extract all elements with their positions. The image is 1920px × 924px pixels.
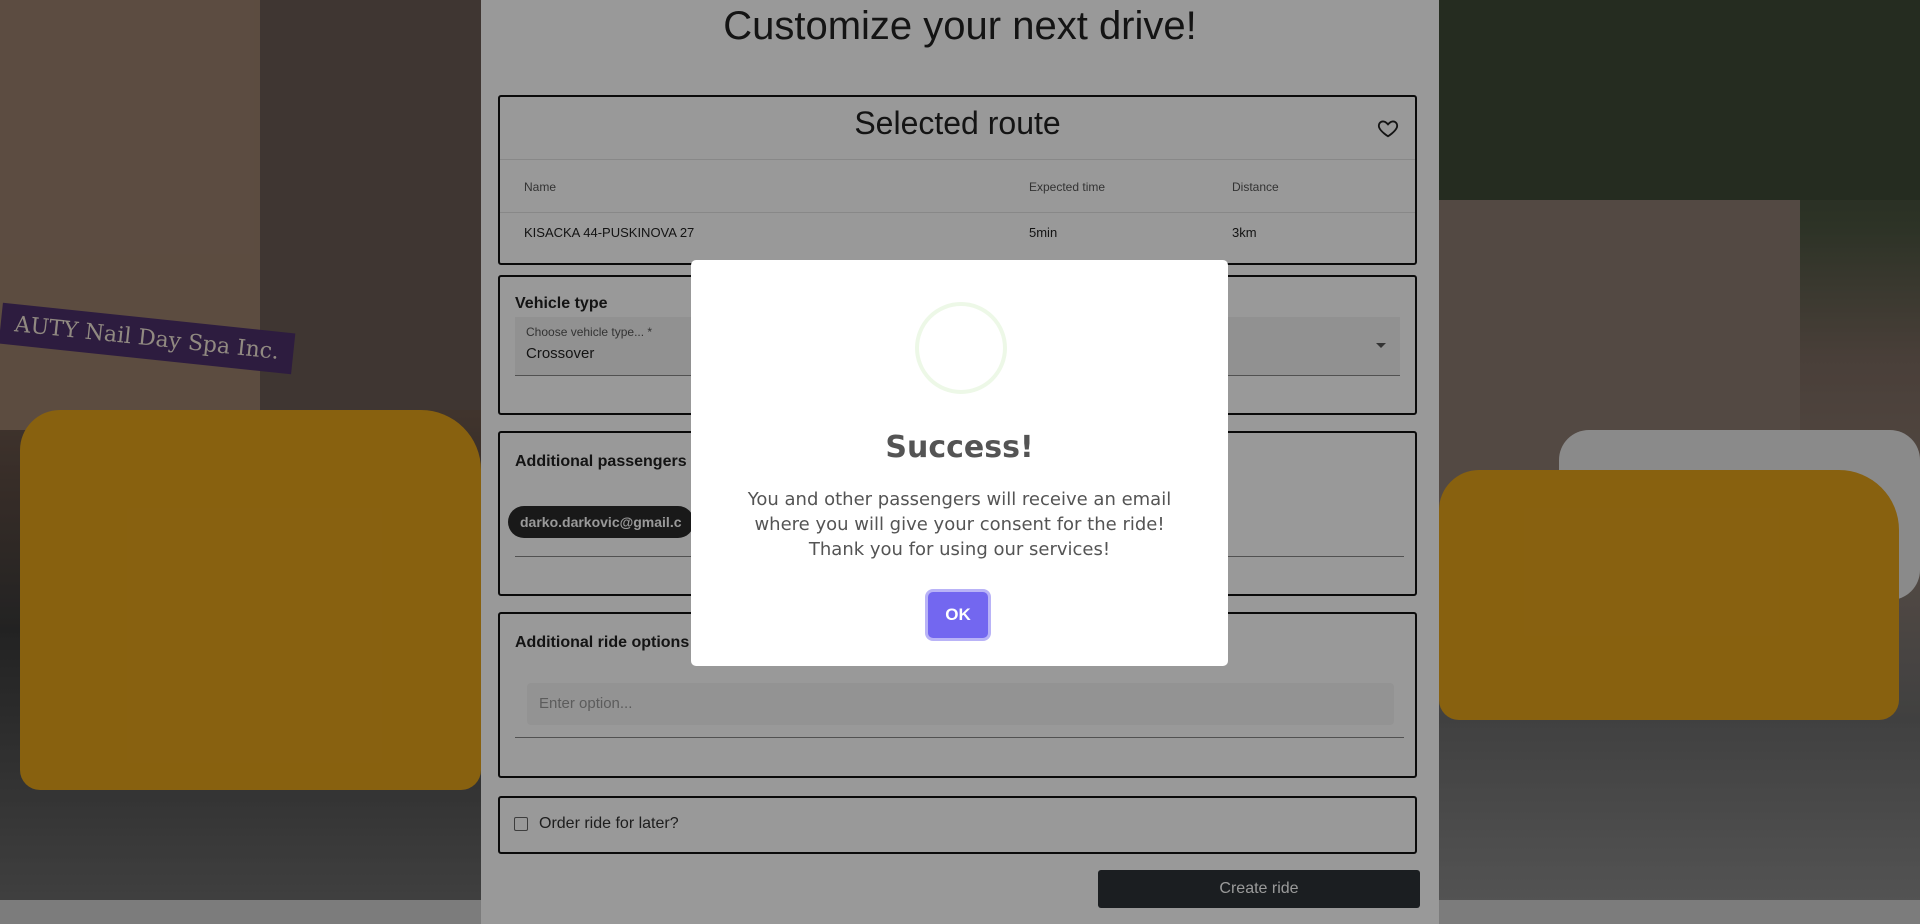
success-icon	[915, 302, 1007, 394]
ok-button[interactable]: OK	[928, 592, 988, 638]
dialog-message: You and other passengers will receive an…	[747, 489, 1172, 560]
success-dialog: Success! You and other passengers will r…	[691, 260, 1228, 666]
dialog-title: Success!	[885, 430, 1034, 465]
